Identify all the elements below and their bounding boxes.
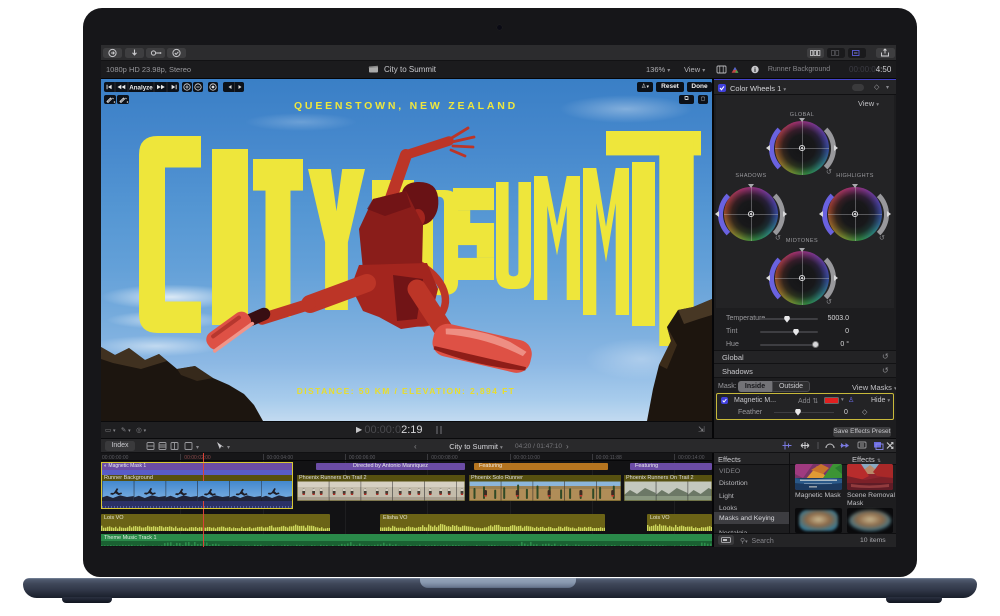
svg-text:▾: ▾ [196,445,199,451]
svg-text:Analyze: Analyze [129,84,153,91]
svg-text:▾: ▾ [227,445,230,451]
